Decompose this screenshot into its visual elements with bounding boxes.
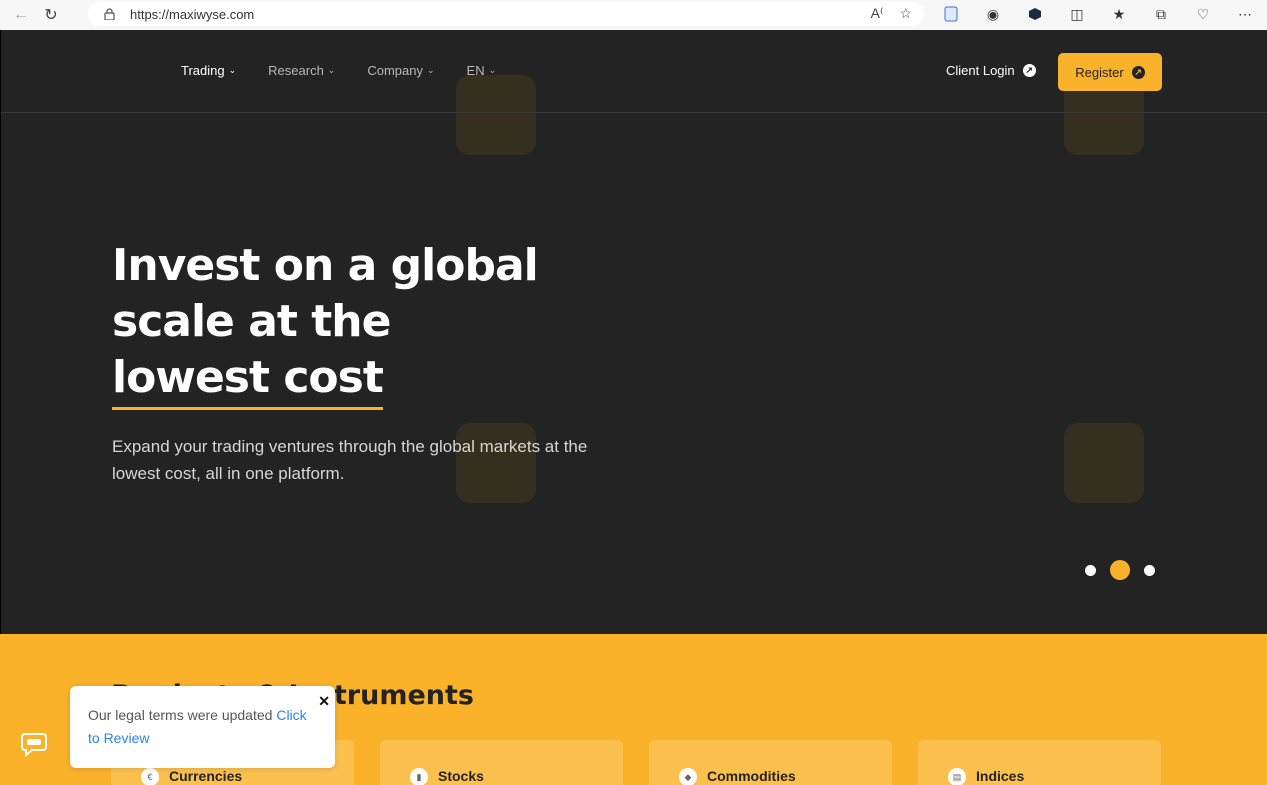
product-card-label: Indices — [976, 768, 1025, 784]
chevron-down-icon: ⌄ — [327, 65, 336, 75]
carousel-dot-2[interactable] — [1110, 560, 1130, 580]
main-menu: Trading ⌄ Research ⌄ Company ⌄ EN ⌄ — [181, 63, 496, 78]
document-icon: ▤ — [948, 768, 966, 785]
grammarly-icon[interactable]: ◉ — [982, 3, 1004, 25]
headline-highlight: lowest cost — [112, 350, 384, 410]
hero-section: Trading ⌄ Research ⌄ Company ⌄ EN ⌄ Clie… — [0, 30, 1267, 634]
product-card-label: Currencies — [169, 768, 243, 784]
headline-line: scale at the — [112, 296, 391, 347]
product-card-commodities[interactable]: ◆ Commodities — [649, 740, 892, 785]
menu-company[interactable]: Company ⌄ — [367, 63, 434, 78]
register-button[interactable]: Register ↗ — [1058, 53, 1162, 91]
chat-icon[interactable] — [16, 726, 52, 762]
site-header: Trading ⌄ Research ⌄ Company ⌄ EN ⌄ Clie… — [1, 30, 1267, 113]
chevron-down-icon: ⌄ — [228, 65, 237, 75]
menu-research-label: Research — [268, 63, 324, 78]
product-card-label: Stocks — [438, 768, 484, 784]
favorite-star-icon[interactable]: ☆ — [899, 5, 912, 22]
register-label: Register — [1075, 64, 1124, 80]
chart-icon: ▮ — [410, 768, 428, 785]
chevron-down-icon: ⌄ — [426, 65, 435, 75]
watermark-logo — [1064, 423, 1144, 503]
extension-cube-icon[interactable] — [1024, 3, 1046, 25]
product-card-label: Commodities — [707, 768, 796, 784]
hero-headline: Invest on a global scale at the lowest c… — [112, 238, 572, 410]
split-screen-icon[interactable]: ◫ — [1066, 3, 1088, 25]
carousel-pagination — [1085, 560, 1155, 580]
commodity-icon: ◆ — [679, 768, 697, 785]
currency-icon: € — [141, 768, 159, 785]
menu-trading-label: Trading — [181, 63, 225, 78]
address-bar[interactable]: https://maxiwyse.com A⁽ ☆ — [88, 2, 924, 26]
back-icon[interactable]: ← — [6, 2, 36, 28]
client-login-link[interactable]: Client Login ↗ — [946, 63, 1036, 78]
hero-subtitle: Expand your trading ventures through the… — [112, 437, 588, 483]
lock-icon — [104, 8, 116, 20]
url-text: https://maxiwyse.com — [130, 6, 255, 22]
headline-line: Invest on a global — [112, 240, 539, 291]
browser-toolbar: ← ↻ https://maxiwyse.com A⁽ ☆ ◉ ◫ ★ ⧉ ♡ … — [0, 0, 1267, 30]
arrow-circle-icon: ↗ — [1131, 65, 1145, 79]
client-login-label: Client Login — [946, 63, 1015, 78]
carousel-dot-3[interactable] — [1144, 564, 1155, 576]
extension-page-icon[interactable] — [940, 3, 962, 25]
menu-company-label: Company — [367, 63, 423, 78]
read-aloud-icon[interactable]: A⁽ — [871, 5, 884, 22]
favorites-icon[interactable]: ★ — [1108, 3, 1130, 25]
refresh-icon[interactable]: ↻ — [36, 2, 66, 28]
menu-trading[interactable]: Trading ⌄ — [181, 63, 236, 78]
legal-popup-text: Our legal terms were updated — [88, 707, 277, 723]
close-icon[interactable]: ✕ — [318, 690, 330, 713]
product-card-stocks[interactable]: ▮ Stocks — [380, 740, 623, 785]
product-card-indices[interactable]: ▤ Indices — [918, 740, 1161, 785]
browser-essentials-icon[interactable]: ♡ — [1192, 3, 1214, 25]
chevron-down-icon: ⌄ — [488, 65, 497, 75]
menu-language[interactable]: EN ⌄ — [467, 63, 497, 78]
more-options-icon[interactable]: ⋯ — [1234, 3, 1256, 25]
menu-research[interactable]: Research ⌄ — [268, 63, 335, 78]
carousel-dot-1[interactable] — [1085, 564, 1096, 576]
arrow-circle-icon: ↗ — [1022, 64, 1036, 77]
menu-language-label: EN — [466, 63, 485, 78]
collections-icon[interactable]: ⧉ — [1150, 3, 1172, 25]
legal-terms-popup: Our legal terms were updated Click to Re… — [70, 686, 335, 768]
